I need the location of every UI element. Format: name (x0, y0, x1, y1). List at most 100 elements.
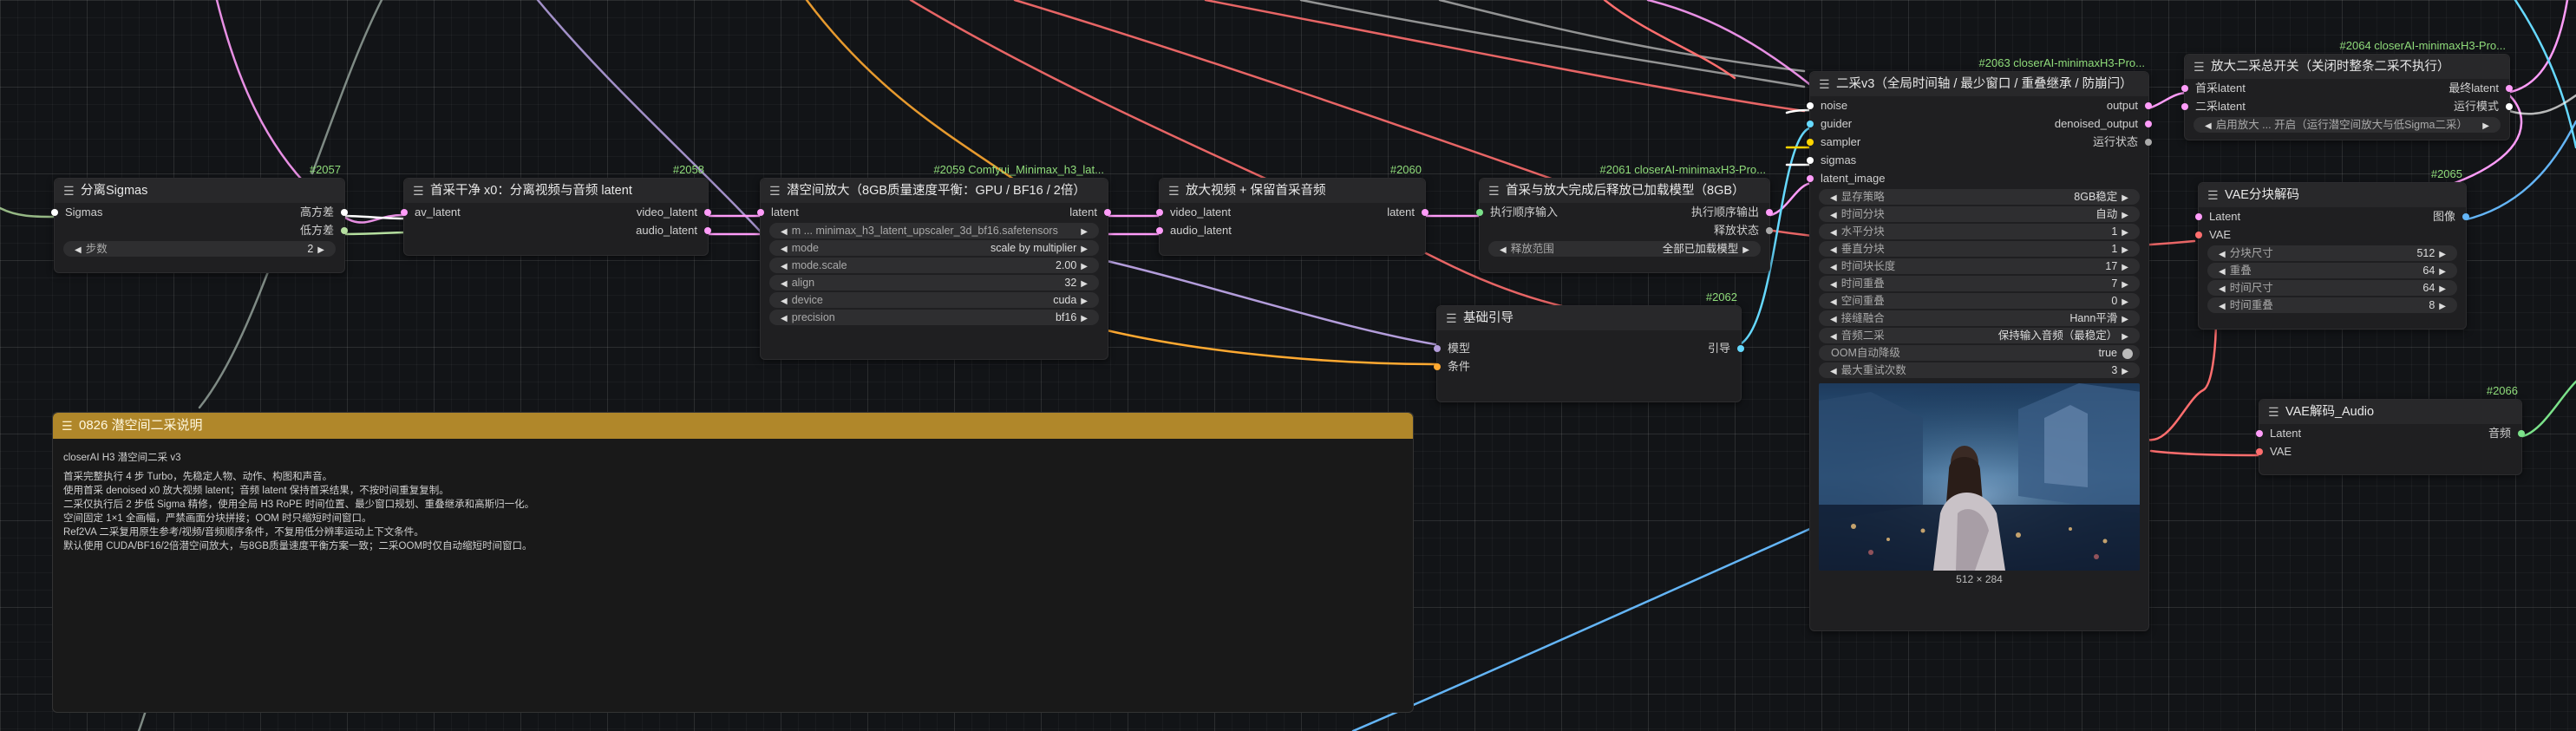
menu-icon[interactable]: ☰ (769, 179, 781, 203)
slot-dot[interactable] (1737, 344, 1744, 352)
menu-icon[interactable]: ☰ (1168, 179, 1180, 203)
chevron-left-icon[interactable]: ◀ (1830, 367, 1837, 376)
slot-dot[interactable] (2145, 138, 2152, 146)
slot-dot[interactable] (2145, 120, 2152, 127)
menu-icon[interactable]: ☰ (2194, 55, 2205, 79)
device-widget[interactable]: ◀ device cuda ▶ (769, 292, 1099, 308)
chevron-right-icon[interactable]: ▶ (2122, 297, 2128, 307)
input-slot-video-latent[interactable]: video_latent (1156, 203, 1231, 221)
chevron-right-icon[interactable]: ▶ (2439, 267, 2446, 277)
chevron-right-icon[interactable]: ▶ (2122, 228, 2128, 238)
input-slot-audio-latent[interactable]: audio_latent (1156, 221, 1232, 239)
mode-widget[interactable]: ◀ mode scale by multiplier ▶ (769, 240, 1099, 256)
input-slot-latent[interactable]: Latent (2195, 207, 2240, 225)
chevron-left-icon[interactable]: ◀ (1830, 263, 1837, 272)
chevron-left-icon[interactable]: ◀ (2219, 267, 2226, 277)
input-slot-latent[interactable]: Latent (2256, 424, 2301, 442)
enable-upscale-widget[interactable]: ◀ 启用放大 ... 开启（运行潜空间放大与低Sigma二采） ▶ (2194, 117, 2501, 133)
latent-split-node[interactable]: #2058 ☰ 首采干净 x0：分离视频与音频 latent av_latent… (401, 163, 711, 256)
slot-dot[interactable] (2195, 231, 2202, 238)
chevron-left-icon[interactable]: ◀ (1830, 211, 1837, 220)
chevron-left-icon[interactable]: ◀ (1830, 193, 1837, 203)
slot-dot[interactable] (401, 208, 408, 216)
chevron-left-icon[interactable]: ◀ (781, 245, 788, 254)
menu-icon[interactable]: ☰ (1819, 72, 1830, 96)
second-sampler-node[interactable]: #2063 closerAI-minimaxH3-Pro... ☰ 二采v3（全… (1807, 56, 2152, 631)
slot-dot[interactable] (341, 208, 348, 216)
output-slot-status[interactable]: 运行状态 (2093, 133, 2152, 151)
chevron-left-icon[interactable]: ◀ (2219, 302, 2226, 311)
chevron-right-icon[interactable]: ▶ (2122, 263, 2128, 272)
vram-strategy-widget[interactable]: ◀ 显存策略 8GB稳定 ▶ (1819, 189, 2140, 205)
node-title-bar[interactable]: ☰ VAE解码_Audio (2259, 400, 2521, 424)
temporal-size-widget[interactable]: ◀ 时间尺寸 64 ▶ (2207, 280, 2457, 296)
node-title-bar[interactable]: ☰ 首采干净 x0：分离视频与音频 latent (404, 179, 708, 203)
chevron-right-icon[interactable]: ▶ (1081, 297, 1088, 306)
slot-dot[interactable] (2256, 447, 2263, 455)
slot-dot[interactable] (1422, 208, 1429, 216)
slot-dot[interactable] (1104, 208, 1111, 216)
chevron-left-icon[interactable]: ◀ (1830, 280, 1837, 290)
menu-icon[interactable]: ☰ (413, 179, 424, 203)
slot-dot[interactable] (2145, 101, 2152, 109)
chevron-right-icon[interactable]: ▶ (2122, 315, 2128, 324)
time-tiling-widget[interactable]: ◀ 时间分块 自动 ▶ (1819, 206, 2140, 222)
scale-widget[interactable]: ◀ mode.scale 2.00 ▶ (769, 258, 1099, 273)
chevron-left-icon[interactable]: ◀ (1500, 245, 1507, 255)
node-title-bar[interactable]: ☰ 二采v3（全局时间轴 / 最少窗口 / 重叠继承 / 防崩闩） (1810, 72, 2148, 96)
output-slot-mode[interactable]: 运行模式 (2454, 97, 2513, 115)
chevron-right-icon[interactable]: ▶ (2122, 332, 2128, 342)
slot-dot[interactable] (1766, 226, 1773, 234)
menu-icon[interactable]: ☰ (2207, 183, 2219, 207)
latent-upscale-node[interactable]: #2059 Comfyui_Minimax_h3_lat... ☰ 潜空间放大（… (757, 163, 1111, 360)
model-select-widget[interactable]: ◀ m ... minimax_h3_latent_upscaler_3d_bf1… (769, 223, 1099, 238)
tile-size-widget[interactable]: ◀ 分块尺寸 512 ▶ (2207, 245, 2457, 261)
node-title-bar[interactable]: ☰ 首采与放大完成后释放已加载模型（8GB） (1480, 179, 1769, 203)
node-title-bar[interactable]: ☰ 基础引导 (1437, 306, 1741, 330)
sigmas-split-node[interactable]: #2057 ☰ 分离Sigmas Sigmas 高方差 低方差 ◀ 步数 2 ▶ (51, 163, 348, 273)
input-slot-guider[interactable]: guider (1807, 114, 1852, 133)
input-slot-second-latent[interactable]: 二采latent (2181, 97, 2246, 115)
input-slot-sampler[interactable]: sampler (1807, 133, 1860, 151)
chevron-left-icon[interactable]: ◀ (1830, 228, 1837, 238)
output-slot-output[interactable]: output (2107, 96, 2152, 114)
input-slot-cond[interactable]: 条件 (1434, 357, 1470, 375)
chevron-right-icon[interactable]: ▶ (2122, 245, 2128, 255)
slot-dot[interactable] (51, 208, 58, 216)
chevron-right-icon[interactable]: ▶ (2439, 284, 2446, 294)
output-slot-audio-latent[interactable]: audio_latent (636, 221, 711, 239)
input-slot-latent[interactable]: latent (757, 203, 799, 221)
input-slot-av-latent[interactable]: av_latent (401, 203, 461, 221)
node-title-bar[interactable]: ☰ 放大视频 + 保留首采音频 (1160, 179, 1425, 203)
slot-dot[interactable] (2462, 212, 2469, 220)
max-retry-widget[interactable]: ◀ 最大重试次数 3 ▶ (1819, 362, 2140, 378)
chevron-right-icon[interactable]: ▶ (2439, 250, 2446, 259)
slot-dot[interactable] (2181, 84, 2188, 92)
slot-dot[interactable] (1807, 156, 1814, 164)
chevron-right-icon[interactable]: ▶ (2122, 211, 2128, 220)
slot-dot[interactable] (1807, 138, 1814, 146)
slot-dot[interactable] (341, 226, 348, 234)
precision-widget[interactable]: ◀ precision bf16 ▶ (769, 310, 1099, 325)
temporal-overlap-widget[interactable]: ◀ 时间重叠 8 ▶ (2207, 297, 2457, 313)
vae-decode-audio-node[interactable]: #2066 ☰ VAE解码_Audio Latent 音频 VAE (2256, 384, 2525, 475)
align-widget[interactable]: ◀ align 32 ▶ (769, 275, 1099, 290)
chevron-right-icon[interactable]: ▶ (2439, 302, 2446, 311)
chevron-left-icon[interactable]: ◀ (781, 297, 788, 306)
vae-tiled-decode-node[interactable]: #2065 ☰ VAE分块解码 Latent 图像 VAE ◀ 分块尺寸 512 ▶… (2195, 167, 2469, 330)
node-title-bar[interactable]: ☰ VAE分块解码 (2199, 183, 2466, 207)
chevron-left-icon[interactable]: ◀ (781, 279, 788, 289)
chevron-right-icon[interactable]: ▶ (1081, 279, 1088, 289)
input-slot-vae[interactable]: VAE (2256, 442, 2292, 460)
release-scope-widget[interactable]: ◀ 释放范围 全部已加载模型 ▶ (1488, 241, 1761, 257)
chevron-left-icon[interactable]: ◀ (2219, 250, 2226, 259)
chevron-left-icon[interactable]: ◀ (2205, 121, 2212, 131)
output-slot-guider[interactable]: 引导 (1708, 339, 1744, 357)
slot-dot[interactable] (704, 208, 711, 216)
menu-icon[interactable]: ☰ (63, 179, 75, 203)
slot-dot[interactable] (2506, 84, 2513, 92)
output-slot-latent[interactable]: latent (1387, 203, 1429, 221)
chevron-right-icon[interactable]: ▶ (1742, 245, 1749, 255)
chevron-left-icon[interactable]: ◀ (1830, 245, 1837, 255)
chevron-right-icon[interactable]: ▶ (2122, 280, 2128, 290)
